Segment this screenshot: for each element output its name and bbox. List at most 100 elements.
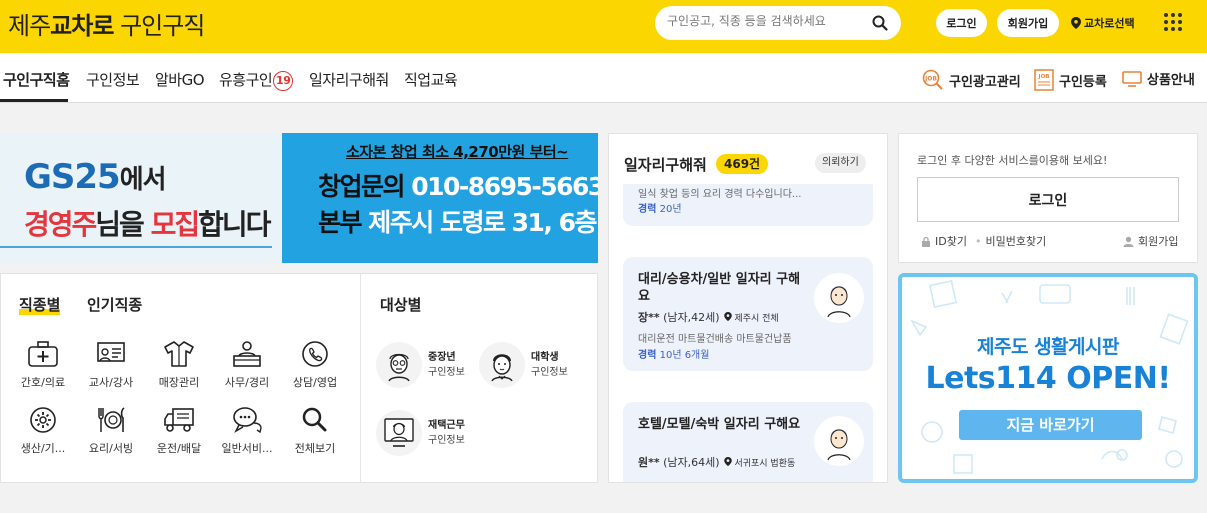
category-label: 교사/강사: [88, 376, 134, 389]
recruit-word-b: 님을: [95, 208, 151, 241]
category-label: 상담/영업: [292, 376, 338, 389]
category-cooking[interactable]: 요리/서빙: [80, 406, 142, 456]
category-label: 전체보기: [294, 442, 336, 455]
login-hint: 로그인 후 다양한 서비스를이용해 보세요!: [917, 154, 1108, 167]
card-person: 원** (남자,64세) 서귀포시 법환동: [638, 454, 795, 470]
card-career: 경력 10년 6개월: [638, 346, 709, 361]
job-seeker-count: 469건: [716, 154, 769, 174]
ad-management-label: 구인광고관리: [949, 74, 1021, 90]
recruit-word-c: 모집: [150, 208, 201, 241]
category-driving[interactable]: 운전/배달: [148, 406, 210, 456]
category-office[interactable]: 사무/경리: [216, 340, 278, 390]
tab-popular-occupation[interactable]: 인기직종: [87, 294, 142, 315]
product-info-label: 상품안내: [1147, 73, 1195, 88]
ad-cta-button[interactable]: 지금 바로가기: [959, 410, 1142, 440]
tab-by-occupation[interactable]: 직종별: [19, 294, 60, 315]
category-label: 일반서비...: [221, 442, 273, 455]
region-label: 교차로선택: [1084, 17, 1135, 30]
all-menu-grid-icon[interactable]: [1164, 13, 1182, 31]
find-password-link[interactable]: • 비밀번호찾기: [975, 233, 1046, 249]
product-info-link[interactable]: 상품안내: [1122, 69, 1195, 88]
card-desc: 대리운전 마트물건배송 마트물건납품: [638, 334, 792, 345]
elder-face-icon: [376, 342, 422, 388]
tab-job-info[interactable]: 구인정보: [86, 69, 140, 90]
banner-underline: [0, 246, 272, 248]
hq-address: 제주시 도령로 31, 6층: [368, 208, 597, 237]
signup-button[interactable]: 회원가입: [997, 9, 1059, 37]
login-panel-button[interactable]: 로그인: [917, 177, 1179, 222]
gs-brand-line: GS25에서: [24, 157, 167, 197]
person-location: 제주시 전체: [734, 314, 779, 324]
search-icon[interactable]: [872, 15, 888, 31]
category-view-all[interactable]: 전체보기: [284, 406, 346, 456]
tab-alba-go[interactable]: 알바GO: [155, 69, 205, 90]
find-id-link[interactable]: ID찾기: [921, 233, 967, 249]
job-register-link[interactable]: JOB 구인등록: [1034, 69, 1107, 91]
ad-management-link[interactable]: JOB 구인광고관리: [922, 69, 1021, 91]
job-seeker-card[interactable]: 호텔/모텔/숙박 일자리 구해요 원** (남자,64세) 서귀포시 법환동: [623, 402, 873, 482]
target-title: 대상별: [380, 296, 422, 314]
category-teacher[interactable]: 교사/강사: [80, 340, 142, 390]
target-line2: 구인정보: [428, 435, 465, 446]
shirt-icon: [164, 341, 194, 367]
logo-bold: 교차로: [50, 12, 114, 40]
phone-icon: [302, 341, 328, 367]
banner-headline: 소자본 창업 최소 4,270만원 부터~: [346, 143, 569, 161]
banner-left: GS25에서 경영주님을 모집합니다: [0, 133, 282, 263]
card-title: 대리/승용차/일반 일자리 구해요: [638, 272, 801, 304]
tab-find-me-job[interactable]: 일자리구해줘: [309, 69, 389, 90]
truck-icon: [164, 408, 194, 432]
lets114-ad-banner[interactable]: 제주도 생활게시판 Lets114 OPEN! 지금 바로가기: [898, 273, 1198, 483]
category-medical[interactable]: 간호/의료: [12, 340, 74, 390]
card-person: 장** (남자,42세) 제주시 전체: [638, 309, 779, 325]
job-seeker-panel: 일자리구해줘 469건 의뢰하기 일식 찾업 등의 요리 경력 다수입니다...…: [608, 133, 888, 483]
target-line2: 구인정보: [428, 367, 465, 378]
career-value: 10년 6개월: [659, 350, 710, 361]
location-pin-icon: [1071, 17, 1081, 29]
category-label: 매장관리: [158, 376, 200, 389]
location-pin-icon: [723, 457, 732, 466]
career-label: 경력: [638, 350, 657, 361]
panel-divider: [360, 274, 361, 482]
job-search-icon: JOB: [922, 69, 943, 90]
card-desc: 일식 찾업 등의 요리 경력 다수입니다...: [638, 189, 802, 200]
monitor-icon: [1122, 70, 1142, 87]
logo-suffix: 구인구직: [120, 12, 205, 40]
job-register-label: 구인등록: [1059, 74, 1107, 90]
target-remote-work[interactable]: 재택근무구인정보: [376, 410, 465, 456]
person-info: (남자,64세): [663, 456, 720, 469]
ad-headline: Lets114 OPEN!: [925, 361, 1172, 396]
request-button[interactable]: 의뢰하기: [815, 153, 866, 173]
gear-icon: [30, 407, 56, 433]
separator-dot: •: [975, 234, 982, 248]
target-middle-aged[interactable]: 중장년 구인정보: [376, 342, 465, 388]
search-input[interactable]: [667, 14, 867, 28]
category-label: 생산/기...: [20, 442, 66, 455]
franchise-banner[interactable]: GS25에서 경영주님을 모집합니다 소자본 창업 최소 4,270만원 부터~…: [0, 133, 598, 263]
search-icon: [302, 407, 327, 432]
category-store[interactable]: 매장관리: [148, 340, 210, 390]
target-line2: 구인정보: [531, 367, 568, 378]
target-college[interactable]: 대학생 구인정보: [479, 342, 568, 388]
job-seeker-card-partial[interactable]: 일식 찾업 등의 요리 경력 다수입니다... 경력 20년: [623, 184, 873, 226]
main-nav: 구인구직홈 구인정보 알바GO 유흥구인 19 일자리구해줘 직업교육 JOB 구…: [0, 53, 1207, 103]
job-seeker-card[interactable]: 대리/승용차/일반 일자리 구해요 장** (남자,42세) 제주시 전체 대리…: [623, 257, 873, 371]
category-consult[interactable]: 상담/영업: [284, 340, 346, 390]
category-production[interactable]: 생산/기...: [12, 406, 74, 456]
site-logo[interactable]: 제주교차로 구인구직: [8, 6, 205, 41]
tab-adult-jobs[interactable]: 유흥구인 19: [219, 69, 294, 91]
career-value: 20년: [659, 204, 682, 215]
login-button[interactable]: 로그인: [936, 9, 987, 37]
tab-adult-jobs-label: 유흥구인: [219, 71, 273, 89]
signup-link[interactable]: 회원가입: [1123, 233, 1178, 249]
tab-job-education[interactable]: 직업교육: [404, 69, 458, 90]
region-select[interactable]: 교차로선택: [1071, 15, 1135, 31]
category-label: 사무/경리: [224, 376, 270, 389]
target-line1: 재택근무: [428, 420, 465, 431]
recruit-word-a: 경영주: [24, 208, 97, 241]
person-info: (남자,42세): [663, 311, 720, 324]
active-tab-indicator: [0, 99, 68, 102]
user-icon: [1123, 236, 1134, 247]
category-service[interactable]: 일반서비...: [216, 406, 278, 456]
tab-home[interactable]: 구인구직홈: [3, 69, 70, 90]
